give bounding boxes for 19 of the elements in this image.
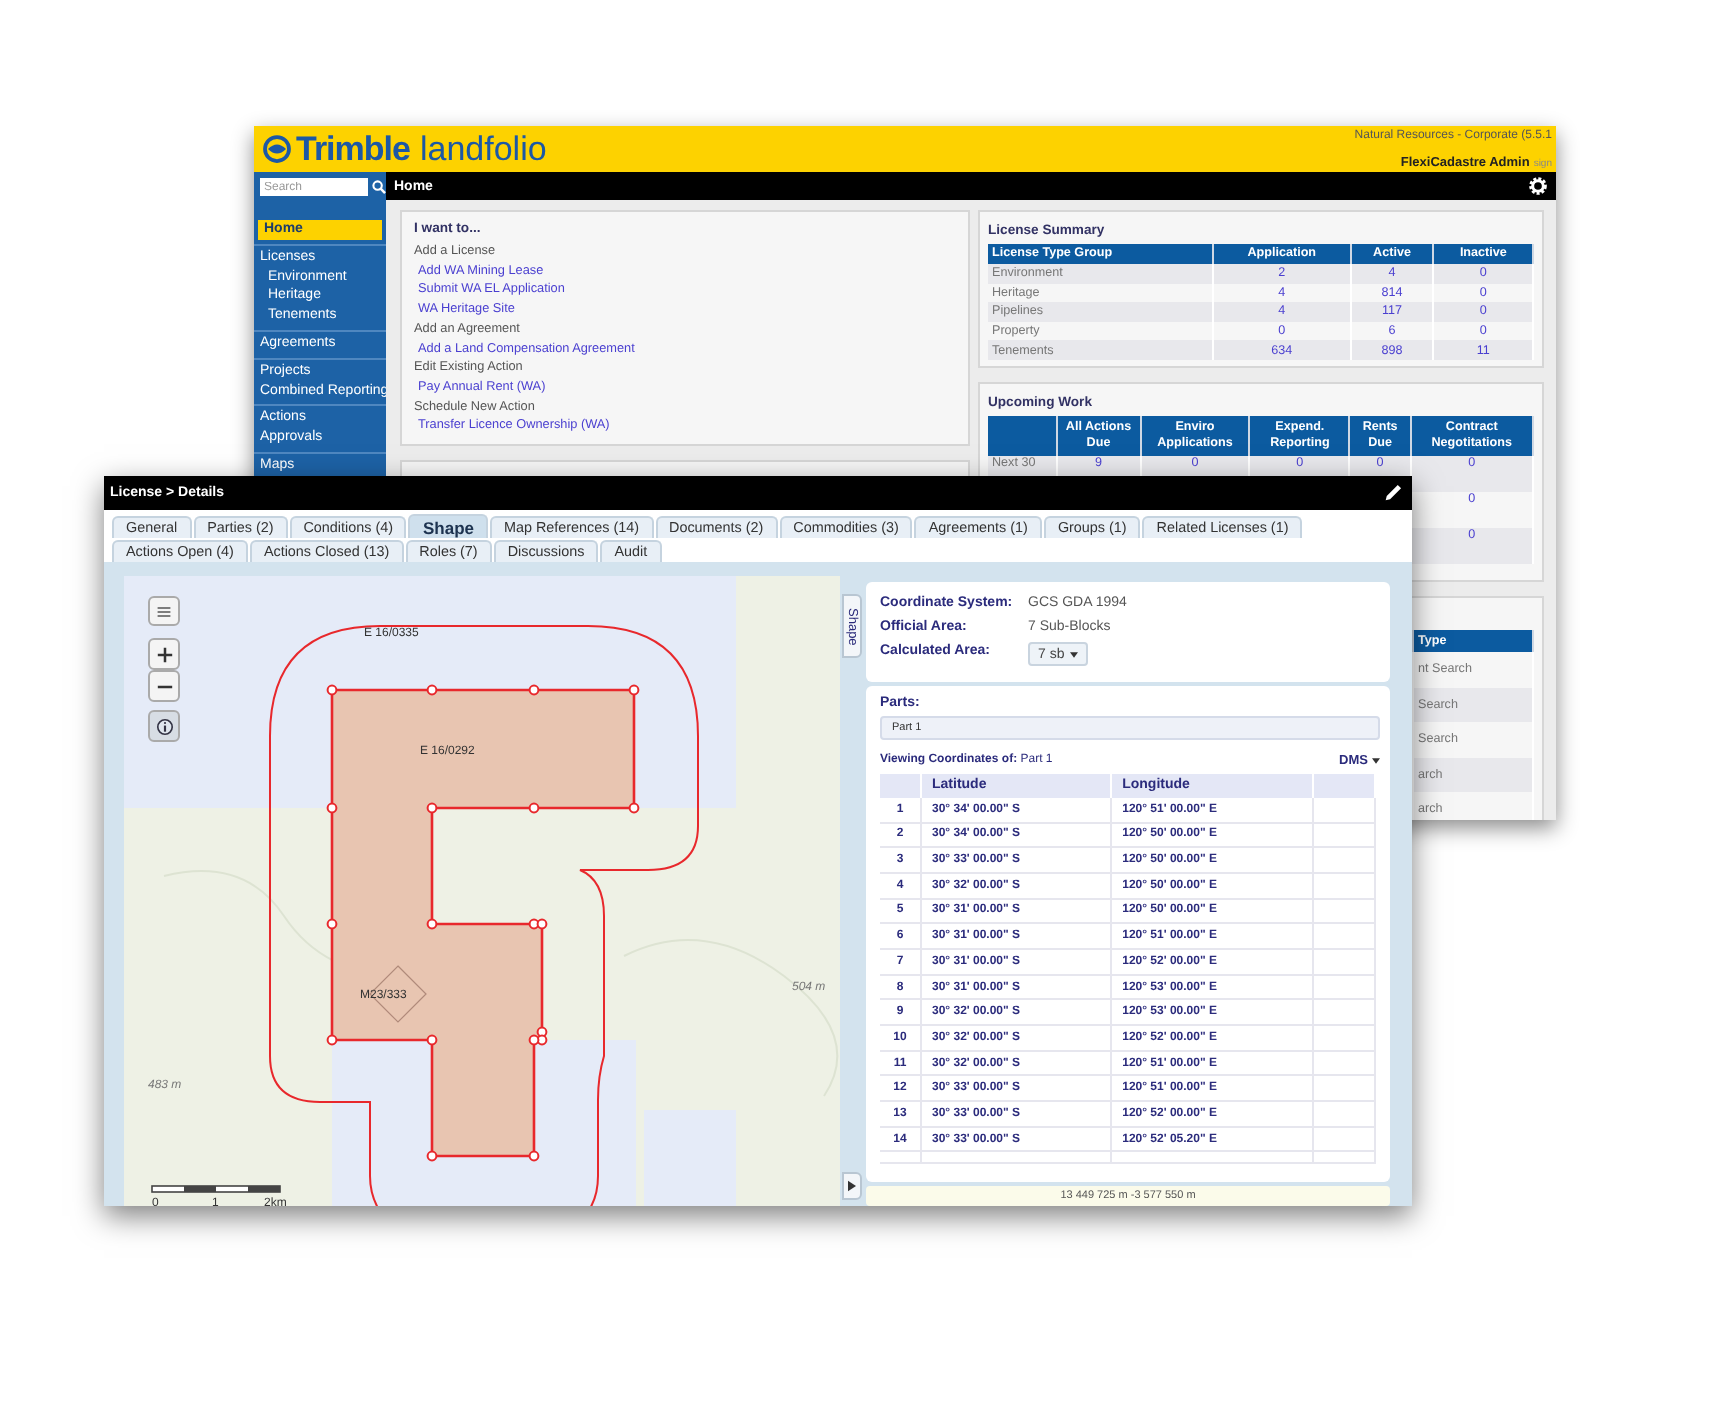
caret-icon xyxy=(1372,757,1380,764)
caret-icon xyxy=(1070,651,1079,657)
search-icon[interactable] xyxy=(372,178,386,196)
zoom-in-button[interactable] xyxy=(148,638,180,670)
layers-menu-button[interactable] xyxy=(148,596,180,626)
brand-name: Trimble xyxy=(296,129,410,169)
triangle-right-icon xyxy=(848,1180,856,1192)
scale-bar xyxy=(151,1185,281,1193)
tab[interactable]: Shape xyxy=(408,514,488,538)
settings-icon[interactable] xyxy=(1528,176,1548,196)
expand-button[interactable] xyxy=(842,1172,862,1200)
zoom-out-button[interactable] xyxy=(148,670,180,702)
globe-logo-icon xyxy=(262,134,292,164)
menu-icon xyxy=(156,603,172,619)
product-name: landfolio xyxy=(419,129,547,169)
info-icon xyxy=(155,717,173,735)
pencil-icon[interactable] xyxy=(1382,482,1404,504)
plus-icon xyxy=(155,645,173,663)
info-button[interactable] xyxy=(148,710,180,742)
